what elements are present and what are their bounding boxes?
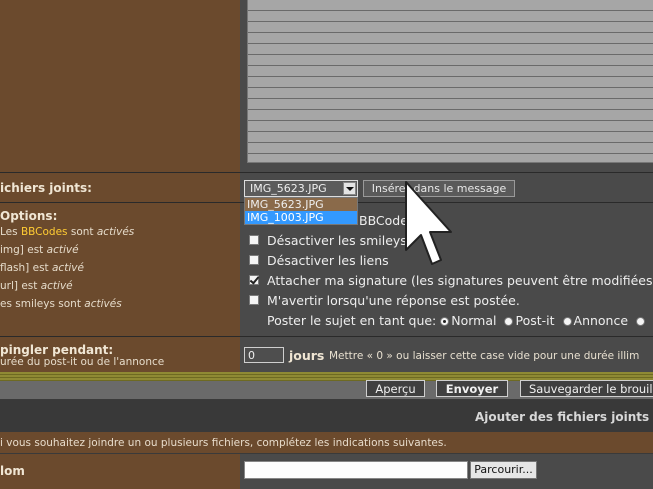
disable-smileys-checkbox[interactable] xyxy=(249,235,259,245)
notify-reply-label: M'avertir lorsqu'une réponse est postée. xyxy=(267,292,520,308)
attach-signature-row[interactable]: Attacher ma signature (les signatures pe… xyxy=(249,271,653,289)
post-type-extra-radio[interactable] xyxy=(636,317,646,326)
disable-smileys-label: Désactiver les smileys xyxy=(267,232,407,248)
pin-days-input[interactable]: 0 xyxy=(244,347,284,363)
mouse-cursor-icon xyxy=(405,181,452,265)
attachments-label: ichiers joints: xyxy=(0,181,92,195)
options-label: Options: xyxy=(0,209,58,223)
post-type-announce-radio[interactable] xyxy=(562,317,572,326)
bbcode-status-value: activés xyxy=(96,226,135,238)
upload-file-input[interactable] xyxy=(244,461,468,479)
img-status: img] est activé xyxy=(0,244,79,256)
upload-header: Ajouter des fichiers joints xyxy=(475,410,650,424)
post-type-row: Poster le sujet en tant que: Normal Post… xyxy=(267,313,647,328)
pin-days-value: 0 xyxy=(248,349,255,362)
pin-sublabel: urée du post-it ou de l'annonce xyxy=(0,356,165,368)
pin-unit: jours xyxy=(289,348,325,363)
attach-signature-checkbox[interactable] xyxy=(249,275,259,285)
pin-hint: Mettre « 0 » ou laisser cette case vide … xyxy=(329,350,640,362)
disable-links-checkbox[interactable] xyxy=(249,255,259,265)
img-status-value: activé xyxy=(46,244,79,256)
attachments-selected-value: IMG_5623.JPG xyxy=(250,182,327,195)
disable-links-row[interactable]: Désactiver les liens xyxy=(249,251,389,269)
upload-intro: i vous souhaitez joindre un ou plusieurs… xyxy=(0,437,447,449)
smileys-status-value: activés xyxy=(84,298,122,310)
notify-reply-checkbox[interactable] xyxy=(249,295,259,305)
post-as-label: Poster le sujet en tant que: xyxy=(267,313,437,328)
url-status: url] est activé xyxy=(0,280,73,292)
flash-status: flash] est activé xyxy=(0,262,84,274)
preview-button[interactable]: Aperçu xyxy=(366,380,425,397)
img-prefix: img] est xyxy=(0,244,47,256)
smileys-prefix: es smileys sont xyxy=(0,298,85,310)
post-type-postit-radio[interactable] xyxy=(504,317,514,326)
attachments-select[interactable]: IMG_5623.JPG xyxy=(244,180,358,197)
flash-status-value: activé xyxy=(52,262,84,274)
message-textarea[interactable] xyxy=(247,0,653,163)
url-status-value: activé xyxy=(40,280,73,292)
send-button[interactable]: Envoyer xyxy=(436,380,508,397)
post-type-normal-radio[interactable] xyxy=(440,317,450,326)
bbcode-middle: sont xyxy=(67,226,97,238)
message-label-cell xyxy=(0,0,240,172)
bbcode-link[interactable]: BBCodes xyxy=(21,226,68,238)
bbcode-status: Les BBCodes sont activés xyxy=(0,226,134,238)
upload-name-label: lom xyxy=(0,464,25,478)
attachments-dropdown: IMG_5623.JPG IMG_1003.JPG xyxy=(244,197,358,225)
bbcode-prefix: Les xyxy=(0,226,21,238)
dropdown-option-img1003[interactable]: IMG_1003.JPG xyxy=(245,211,357,224)
notify-reply-row[interactable]: M'avertir lorsqu'une réponse est postée. xyxy=(249,291,520,309)
upload-name-label-cell xyxy=(0,454,240,489)
chevron-down-icon[interactable] xyxy=(343,182,356,195)
url-prefix: url] est xyxy=(0,280,41,292)
post-type-normal-label: Normal xyxy=(451,313,497,328)
browse-button[interactable]: Parcourir... xyxy=(470,461,537,479)
attach-signature-label: Attacher ma signature (les signatures pe… xyxy=(267,272,653,288)
disable-smileys-row[interactable]: Désactiver les smileys xyxy=(249,231,407,249)
pin-label: pingler pendant: xyxy=(0,343,114,357)
flash-prefix: flash] est xyxy=(0,262,52,274)
disable-bbcode-text: BBCode xyxy=(359,213,408,228)
disable-links-label: Désactiver les liens xyxy=(267,252,389,268)
save-draft-button[interactable]: Sauvegarder le brouil xyxy=(520,380,653,397)
smileys-status: es smileys sont activés xyxy=(0,298,122,310)
post-type-announce-label: Annonce xyxy=(573,313,629,328)
post-type-postit-label: Post-it xyxy=(515,313,555,328)
dropdown-option-img5623[interactable]: IMG_5623.JPG xyxy=(245,198,357,211)
